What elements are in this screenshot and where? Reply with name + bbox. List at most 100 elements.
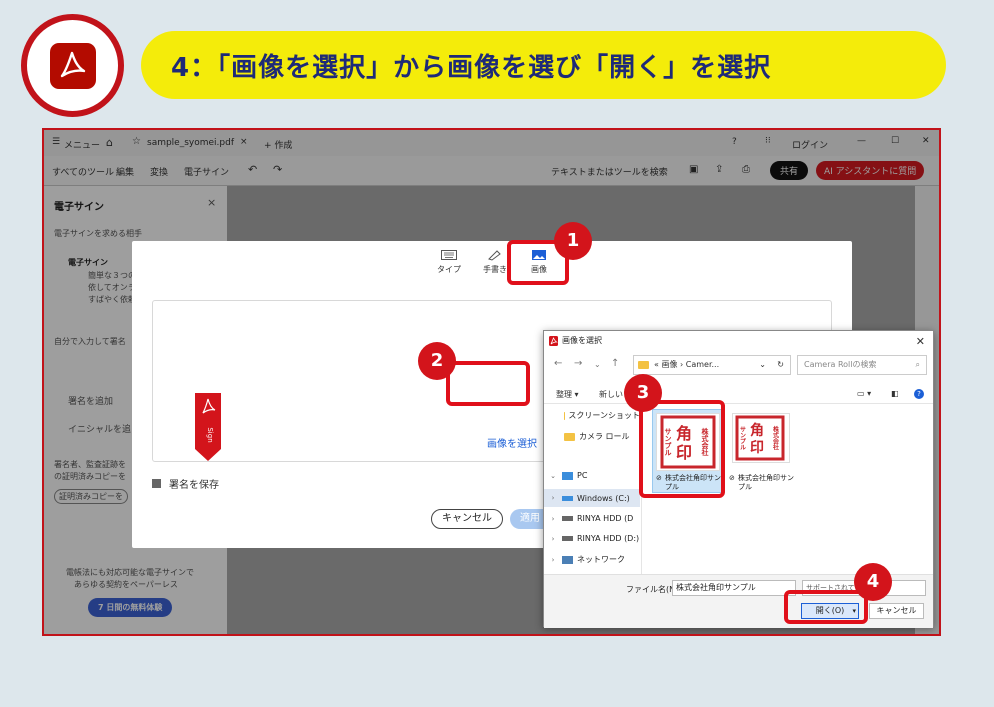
maximize-icon[interactable]: ☐ [891,136,899,146]
esign-item-desc: すばやく依頼 [88,295,136,304]
tree-item-label: Windows (C:) [577,493,630,503]
highlight-selected-file [639,400,725,498]
chevron-right-icon[interactable]: › [548,556,558,564]
address-bar[interactable]: « 画像 › Camer... ⌄ ↻ [633,355,791,375]
certified-copy-button[interactable]: 証明済みコピーを [54,489,128,504]
home-icon[interactable]: ⌂ [106,136,113,149]
tree-item-rinya-hdd-d[interactable]: › RINYA HDD (D:) [544,534,640,543]
chevron-down-icon[interactable]: ⌄ [548,472,558,480]
new-tab-button[interactable]: + 作成 [264,138,292,151]
history-chevron-icon[interactable]: ⌄ [594,360,601,369]
address-dropdown-icon[interactable]: ⌄ [759,356,766,374]
close-tab-icon[interactable]: × [240,137,248,147]
stamp-thumbnail-icon[interactable]: 角 印 株式会社 サンプル [732,413,790,463]
step-title: 4：「画像を選択」から画像を選び「開く」を選択 [171,52,772,83]
tool-search[interactable]: テキストまたはツールを検索 [551,165,668,178]
address-part[interactable]: Camer... [686,360,719,369]
keyboard-icon [441,250,457,260]
toolbar-convert[interactable]: 変換 [150,165,168,178]
hamburger-menu-icon[interactable]: ☰ [52,137,60,147]
acrobat-logo-badge [21,14,124,117]
select-image-link[interactable]: 画像を選択 [487,435,537,450]
drive-icon [562,536,573,541]
save-signature-checkbox[interactable]: 署名を保存 [152,476,219,491]
free-trial-button[interactable]: 7 日間の無料体験 [88,598,173,617]
star-icon[interactable]: ☆ [132,136,141,147]
window-close-icon[interactable]: ✕ [922,136,930,146]
tree-item-screenshots[interactable]: スクリーンショット [544,410,640,421]
view-options-icon[interactable]: ▭ ▾ [857,389,871,398]
drive-icon [562,495,573,501]
side-panel-close-icon[interactable]: × [207,196,216,209]
file-tab[interactable]: sample_syomei.pdf [147,138,234,148]
ribbon-text: Sign [206,427,214,442]
esign-item-desc: 簡単な３つの [88,271,136,280]
folder-icon [638,361,649,369]
file-cancel-button[interactable]: キャンセル [869,603,924,619]
upload-icon[interactable]: ⇪ [715,164,723,175]
minimize-icon[interactable]: — [857,136,866,146]
tree-item-label: RINYA HDD (D:) [577,534,640,543]
highlight-select-image [446,361,530,406]
preview-pane-icon[interactable]: ◧ [891,389,899,398]
tree-item-network[interactable]: › ネットワーク [544,554,640,565]
esign-item-title[interactable]: 電子サイン [68,257,108,268]
redo-icon[interactable]: ↷ [273,163,282,176]
file-name-label[interactable]: 株式会社角印サンプル [738,474,794,492]
chevron-right-icon[interactable]: › [548,494,558,502]
add-initials-item[interactable]: イニシャルを追 [68,422,131,435]
side-panel-note: の証明済みコピーを [54,472,126,481]
divider [544,403,933,404]
login-link[interactable]: ログイン [792,138,828,151]
address-separator: › [680,360,684,369]
drive-icon [562,516,573,521]
ai-assistant-button[interactable]: AI アシスタントに質問 [816,161,925,180]
tab-type[interactable]: タイプ [429,249,469,275]
checkbox-checked-icon[interactable] [152,479,161,488]
address-part: « [654,360,659,369]
share-button[interactable]: 共有 [770,161,809,180]
apps-grid-icon[interactable]: ⁝⁝ [765,136,771,146]
help-icon[interactable]: ? [914,389,924,399]
toolbar-all-tools[interactable]: すべてのツール [52,165,114,178]
print-icon[interactable]: ⎙ [742,164,750,175]
step-number-3: 3 [624,374,662,412]
address-part[interactable]: 画像 [661,360,677,369]
self-sign-label: 自分で入力して署名 [54,337,126,346]
app-titlebar: ☰ メニュー ⌂ ☆ sample_syomei.pdf × + 作成 ? ⁝⁝… [44,130,939,156]
folder-icon [564,432,575,441]
search-icon: ⌕ [915,360,920,369]
chevron-right-icon[interactable]: › [548,515,558,523]
forward-arrow-icon[interactable]: → [574,358,582,369]
up-arrow-icon[interactable]: ↑ [611,358,619,369]
tree-item-windows-c[interactable]: › Windows (C:) [544,489,640,507]
acrobat-logo-icon [50,43,96,89]
tab-type-label: タイプ [437,265,461,274]
menu-label[interactable]: メニュー [64,138,100,151]
toolbar-esign[interactable]: 電子サイン [184,165,229,178]
stamp-small-text: サンプル [739,426,746,450]
add-signature-item[interactable]: 署名を追加 [68,394,113,407]
undo-icon[interactable]: ↶ [248,163,257,176]
file-search-placeholder: Camera Rollの検索 [804,360,877,369]
app-toolbar: すべてのツール 編集 変換 電子サイン ↶ ↷ テキストまたはツールを検索 ▣ … [44,156,939,186]
toolbar-edit[interactable]: 編集 [116,165,134,178]
back-arrow-icon[interactable]: ← [554,358,562,369]
signature-cancel-button[interactable]: キャンセル [431,509,503,529]
tree-item-label: ネットワーク [577,555,625,564]
organize-menu[interactable]: 整理 ▾ [556,389,579,400]
tree-item-camera-roll[interactable]: カメラ ロール [544,431,640,442]
stamp-char: 印 [750,439,764,456]
highlight-open-button [784,590,868,624]
file-search-input[interactable]: Camera Rollの検索 ⌕ [797,355,927,375]
help-icon[interactable]: ? [732,137,737,147]
promo-text: あらゆる契約をペーパーレス [74,580,178,589]
chevron-right-icon[interactable]: › [548,535,558,543]
filename-input[interactable]: 株式会社角印サンプル [672,580,796,596]
save-icon[interactable]: ▣ [689,164,698,175]
side-panel-title: 電子サイン [54,202,104,213]
file-dialog-close-icon[interactable]: ✕ [916,335,925,348]
tree-item-pc[interactable]: ⌄ PC [544,471,640,480]
refresh-icon[interactable]: ↻ [777,356,784,374]
tree-item-rinya-hdd[interactable]: › RINYA HDD (D [544,514,640,523]
